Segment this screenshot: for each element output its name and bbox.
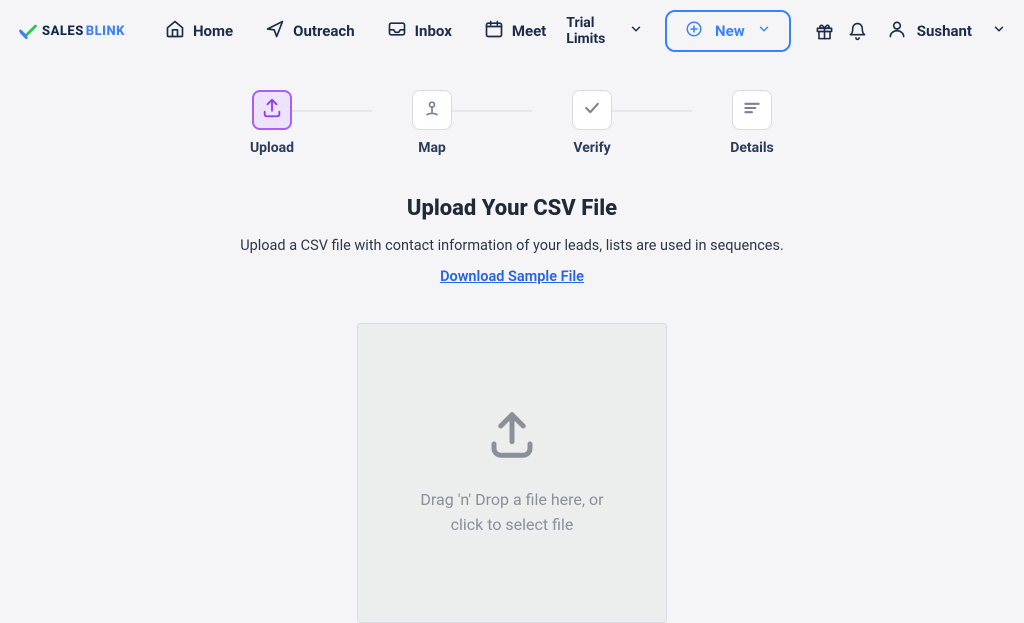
chevron-down-icon: [757, 22, 771, 40]
nav-meet-label: Meet: [512, 22, 546, 40]
new-button-label: New: [715, 22, 745, 40]
step-map-label: Map: [418, 140, 446, 156]
step-verify[interactable]: Verify: [552, 90, 632, 156]
home-icon: [165, 19, 185, 43]
nav-home[interactable]: Home: [165, 19, 233, 43]
stepper: Upload Map Verify: [232, 90, 792, 156]
nav-meet[interactable]: Meet: [484, 19, 546, 43]
send-icon: [265, 19, 285, 43]
gift-icon[interactable]: [815, 22, 834, 41]
step-map[interactable]: Map: [392, 90, 472, 156]
chevron-down-icon: [992, 22, 1006, 40]
inbox-icon: [387, 19, 407, 43]
logo[interactable]: SALESBLINK: [18, 21, 125, 41]
user-icon: [887, 19, 907, 43]
user-menu[interactable]: Sushant: [887, 19, 1006, 43]
topbar: SALESBLINK Home Outreach Inbox Meet: [0, 0, 1024, 62]
calendar-icon: [484, 19, 504, 43]
trial-label: Trial Limits: [566, 15, 623, 47]
check-icon: [582, 98, 602, 122]
nav-inbox-label: Inbox: [415, 22, 452, 40]
nav-outreach[interactable]: Outreach: [265, 19, 355, 43]
page-subtext: Upload a CSV file with contact informati…: [240, 237, 784, 254]
main-nav: Home Outreach Inbox Meet: [165, 19, 546, 43]
step-upload[interactable]: Upload: [232, 90, 312, 156]
chevron-down-icon: [629, 22, 643, 40]
main-content: Upload Map Verify: [0, 62, 1024, 623]
file-dropzone[interactable]: Drag 'n' Drop a file here, or click to s…: [357, 323, 667, 623]
nav-outreach-label: Outreach: [293, 22, 355, 40]
new-button[interactable]: New: [665, 10, 791, 52]
upload-cloud-icon: [485, 408, 539, 466]
nav-inbox[interactable]: Inbox: [387, 19, 452, 43]
user-name: Sushant: [917, 22, 972, 40]
details-icon: [742, 98, 762, 122]
logo-text-b: BLINK: [86, 24, 125, 39]
plus-circle-icon: [685, 20, 703, 42]
download-sample-link[interactable]: Download Sample File: [440, 268, 584, 285]
upload-icon: [261, 97, 283, 123]
page-title: Upload Your CSV File: [407, 196, 617, 221]
trial-limits-dropdown[interactable]: Trial Limits: [566, 15, 643, 47]
logo-text-a: SALES: [42, 24, 84, 39]
bell-icon[interactable]: [848, 22, 867, 41]
dropzone-text: Drag 'n' Drop a file here, or click to s…: [412, 488, 612, 538]
map-pin-icon: [422, 98, 442, 122]
step-details-label: Details: [730, 140, 774, 156]
nav-home-label: Home: [193, 22, 233, 40]
step-upload-label: Upload: [250, 140, 294, 156]
step-verify-label: Verify: [573, 140, 610, 156]
step-details[interactable]: Details: [712, 90, 792, 156]
logo-mark-icon: [18, 21, 38, 41]
